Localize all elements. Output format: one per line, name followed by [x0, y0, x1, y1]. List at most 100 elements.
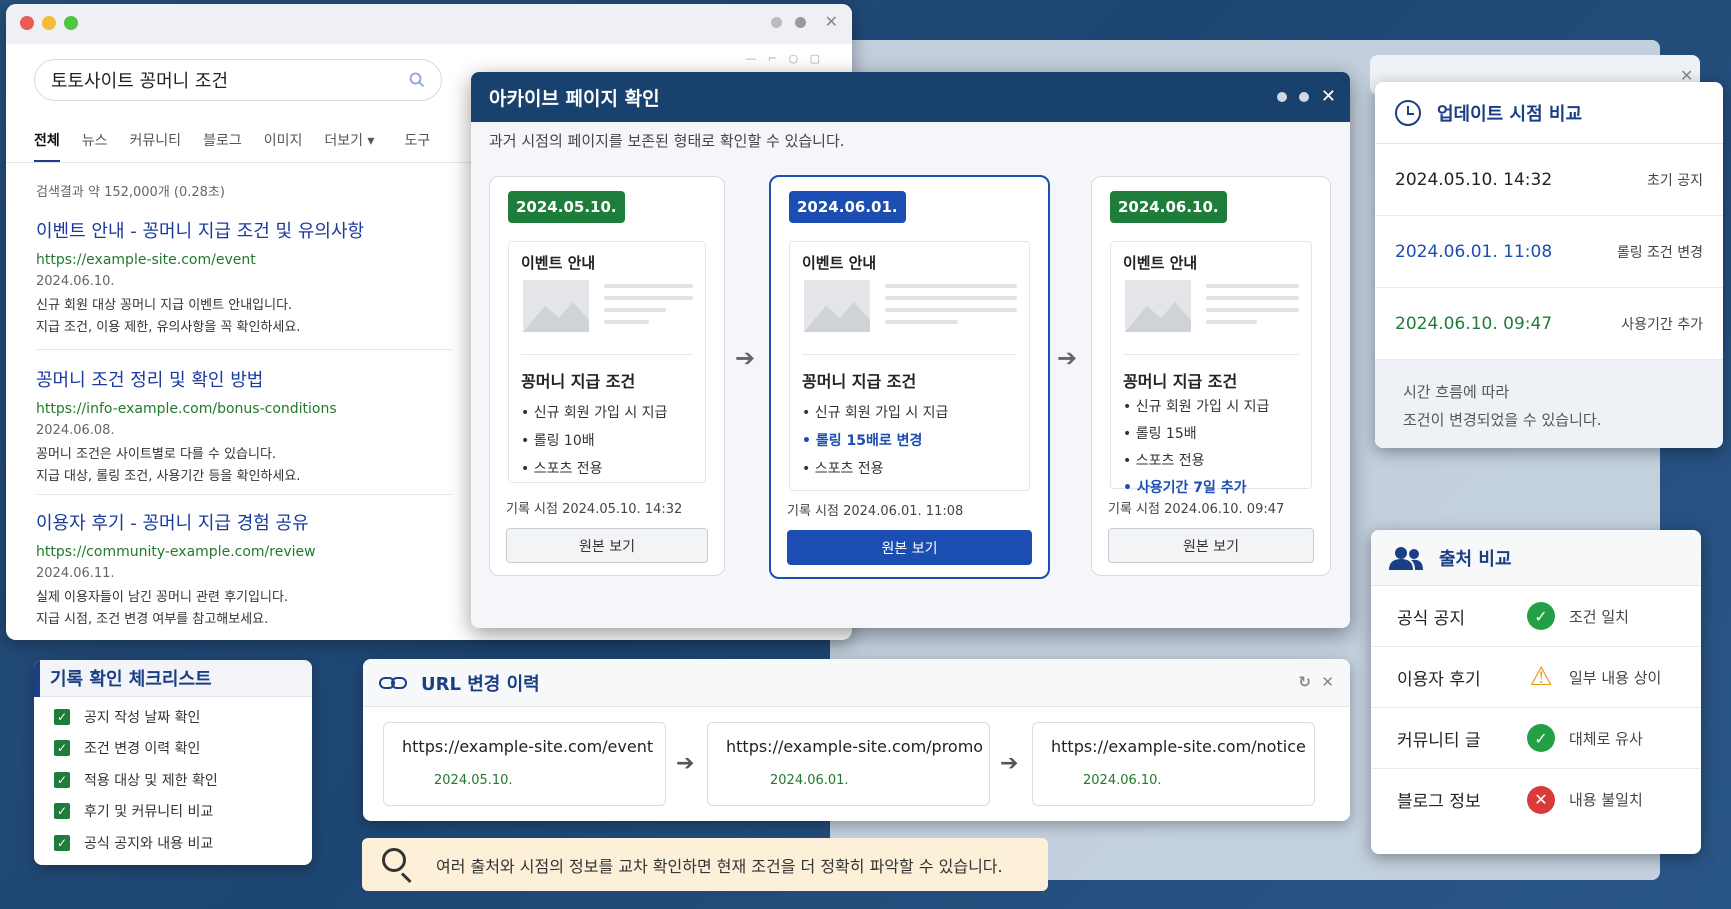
checklist-title: 기록 확인 체크리스트 — [50, 669, 212, 690]
result-url[interactable]: https://community-example.com/review — [36, 544, 456, 560]
result-date: 2024.06.08. — [36, 423, 115, 438]
source-status: 대체로 유사 — [1569, 729, 1643, 748]
tab-more[interactable]: 더보기 ▾ — [324, 130, 374, 163]
refresh-icon[interactable]: ↻ — [1298, 673, 1311, 691]
result-count: 검색결과 약 152,000개 (0.28초) — [36, 185, 225, 200]
checklist-item-label: 공지 작성 날짜 확인 — [84, 709, 201, 726]
image-placeholder-icon — [523, 280, 589, 332]
minimize-icon[interactable] — [1276, 91, 1287, 102]
url-entry: https://example-site.com/notice 2024.06.… — [1032, 722, 1315, 806]
view-original-button[interactable]: 원본 보기 — [506, 528, 708, 563]
url-text[interactable]: https://example-site.com/event — [402, 737, 653, 756]
checklist-item[interactable]: ✓ 적용 대상 및 제한 확인 — [34, 764, 312, 796]
checkbox-checked-icon[interactable]: ✓ — [54, 771, 70, 788]
minimize-dot-icon[interactable] — [42, 16, 56, 30]
result-desc-line: 신규 회원 대상 꽁머니 지급 이벤트 안내입니다. — [36, 298, 293, 313]
tab-all[interactable]: 전체 — [34, 130, 60, 163]
arrow-right-icon: ➔ — [676, 751, 695, 776]
window-close-icon[interactable]: ✕ — [825, 12, 838, 31]
result-desc-line: 꽁머니 조건은 사이트별로 다를 수 있습니다. — [36, 447, 277, 462]
link-icon — [379, 675, 407, 691]
checklist-item[interactable]: ✓ 후기 및 커뮤니티 비교 — [34, 796, 312, 828]
tab-blog[interactable]: 블로그 — [203, 130, 242, 163]
result-desc: 실제 이용자들이 남긴 꽁머니 관련 후기입니다. 지급 시점, 조건 변경 여… — [36, 587, 456, 631]
preview-divider — [1123, 354, 1299, 355]
search-query[interactable]: 토토사이트 꽁머니 조건 — [51, 67, 228, 93]
footer-line: 시간 흐름에 따라 — [1403, 383, 1510, 401]
checkbox-checked-icon[interactable]: ✓ — [54, 708, 70, 725]
tab-news[interactable]: 뉴스 — [82, 130, 108, 163]
archive-title: 아카이브 페이지 확인 — [489, 87, 660, 110]
view-original-button[interactable]: 원본 보기 — [1108, 528, 1314, 563]
snapshot-preview: 이벤트 안내 꽁머니 지급 조건 • 신규 회원 가입 시 지급 • 롤링 15… — [789, 241, 1030, 491]
result-url[interactable]: https://info-example.com/bonus-condition… — [36, 401, 456, 417]
close-icon[interactable]: ✕ — [1321, 86, 1336, 107]
source-row: 공식 공지 ✓ 조건 일치 — [1371, 586, 1701, 647]
checklist-item-label: 적용 대상 및 제한 확인 — [84, 772, 218, 789]
arrow-right-icon: ➔ — [1057, 344, 1078, 372]
window-control-icon[interactable] — [795, 17, 806, 28]
url-entry: https://example-site.com/promo 2024.06.0… — [707, 722, 990, 806]
checklist-item[interactable]: ✓ 공지 작성 날짜 확인 — [34, 701, 312, 733]
text-placeholder-lines — [1206, 284, 1299, 332]
checklist-items: ✓ 공지 작성 날짜 확인 ✓ 조건 변경 이력 확인 ✓ 적용 대상 및 제한 확인… — [34, 697, 312, 859]
preview-section-title: 꽁머니 지급 조건 — [521, 372, 636, 391]
maximize-dot-icon[interactable] — [64, 16, 78, 30]
users-icon — [1389, 546, 1423, 570]
tab-images[interactable]: 이미지 — [264, 130, 303, 163]
result-title-link[interactable]: 이벤트 안내 - 꽁머니 지급 조건 및 유의사항 — [36, 217, 456, 243]
checkbox-checked-icon[interactable]: ✓ — [54, 803, 70, 820]
checklist-item[interactable]: ✓ 공식 공지와 내용 비교 — [34, 827, 312, 859]
source-row: 커뮤니티 글 ✓ 대체로 유사 — [1371, 708, 1701, 769]
condition-item: • 롤링 15배 — [1123, 426, 1197, 442]
tab-community[interactable]: 커뮤니티 — [130, 130, 182, 163]
result-title-link[interactable]: 이용자 후기 - 꽁머니 지급 경험 공유 — [36, 509, 456, 535]
snapshot-card: 2024.05.10. 이벤트 안내 꽁머니 지급 조건 • 신규 회원 가입 … — [489, 176, 725, 576]
source-row: 블로그 정보 ✕ 내용 불일치 — [1371, 769, 1701, 830]
update-compare-panel: 업데이트 시점 비교 2024.05.10. 14:32 초기 공지 2024.… — [1375, 82, 1723, 448]
condition-item: • 신규 회원 가입 시 지급 — [1123, 399, 1270, 415]
snapshot-date-badge: 2024.06.01. — [789, 191, 906, 223]
snapshot-card-highlighted: 2024.06.01. 이벤트 안내 꽁머니 지급 조건 • 신규 회원 가입 … — [769, 175, 1050, 579]
archive-subtitle: 과거 시점의 페이지를 보존된 형태로 확인할 수 있습니다. — [489, 132, 845, 150]
source-status: 내용 불일치 — [1569, 791, 1643, 809]
text-placeholder-lines — [604, 284, 693, 332]
record-time: 기록 시점 2024.06.10. 09:47 — [1108, 502, 1285, 517]
update-row: 2024.06.01. 11:08 롤링 조건 변경 — [1375, 216, 1723, 288]
search-input[interactable]: 토토사이트 꽁머니 조건 — [34, 59, 442, 101]
condition-item-changed: • 사용기간 7일 추가 — [1123, 480, 1247, 496]
result-url[interactable]: https://example-site.com/event — [36, 252, 456, 268]
condition-item: • 롤링 10배 — [521, 433, 595, 449]
checkbox-checked-icon[interactable]: ✓ — [54, 834, 70, 851]
condition-item: • 스포츠 전용 — [802, 461, 884, 477]
result-title-link[interactable]: 꽁머니 조건 정리 및 확인 방법 — [36, 366, 456, 392]
tab-tools[interactable]: 도구 — [404, 130, 430, 163]
preview-page-title: 이벤트 안내 — [802, 254, 877, 272]
search-icon[interactable] — [409, 72, 425, 88]
url-text[interactable]: https://example-site.com/notice — [1051, 737, 1306, 756]
url-entry: https://example-site.com/event 2024.05.1… — [383, 722, 666, 806]
snapshot-preview: 이벤트 안내 꽁머니 지급 조건 • 신규 회원 가입 시 지급 • 롤링 15… — [1110, 241, 1312, 496]
close-dot-icon[interactable] — [20, 16, 34, 30]
condition-list: • 신규 회원 가입 시 지급 • 롤링 15배 • 스포츠 전용 • 사용기간… — [1123, 396, 1269, 505]
archive-header: 아카이브 페이지 확인 ✕ — [471, 72, 1350, 122]
magnifier-icon — [382, 847, 416, 883]
view-original-button[interactable]: 원본 보기 — [787, 530, 1032, 565]
image-placeholder-icon — [1125, 280, 1191, 332]
panel-controls: ↻ ✕ — [1298, 673, 1334, 691]
update-time: 2024.06.01. 11:08 — [1395, 241, 1553, 262]
result-divider — [36, 494, 452, 495]
update-compare-title: 업데이트 시점 비교 — [1437, 103, 1583, 125]
snapshot-card: 2024.06.10. 이벤트 안내 꽁머니 지급 조건 • 신규 회원 가입 … — [1091, 176, 1331, 576]
result-desc-line: 실제 이용자들이 남긴 꽁머니 관련 후기입니다. — [36, 590, 289, 605]
close-icon[interactable]: ✕ — [1321, 673, 1334, 691]
error-icon: ✕ — [1527, 785, 1555, 814]
update-note: 초기 공지 — [1647, 172, 1703, 189]
checkbox-checked-icon[interactable]: ✓ — [54, 740, 70, 757]
window-control-icon[interactable] — [771, 17, 782, 28]
maximize-icon[interactable] — [1298, 91, 1309, 102]
checklist-item[interactable]: ✓ 조건 변경 이력 확인 — [34, 733, 312, 765]
url-text[interactable]: https://example-site.com/promo — [726, 737, 983, 756]
update-note: 롤링 조건 변경 — [1616, 244, 1703, 261]
update-row: 2024.06.10. 09:47 사용기간 추가 — [1375, 288, 1723, 360]
